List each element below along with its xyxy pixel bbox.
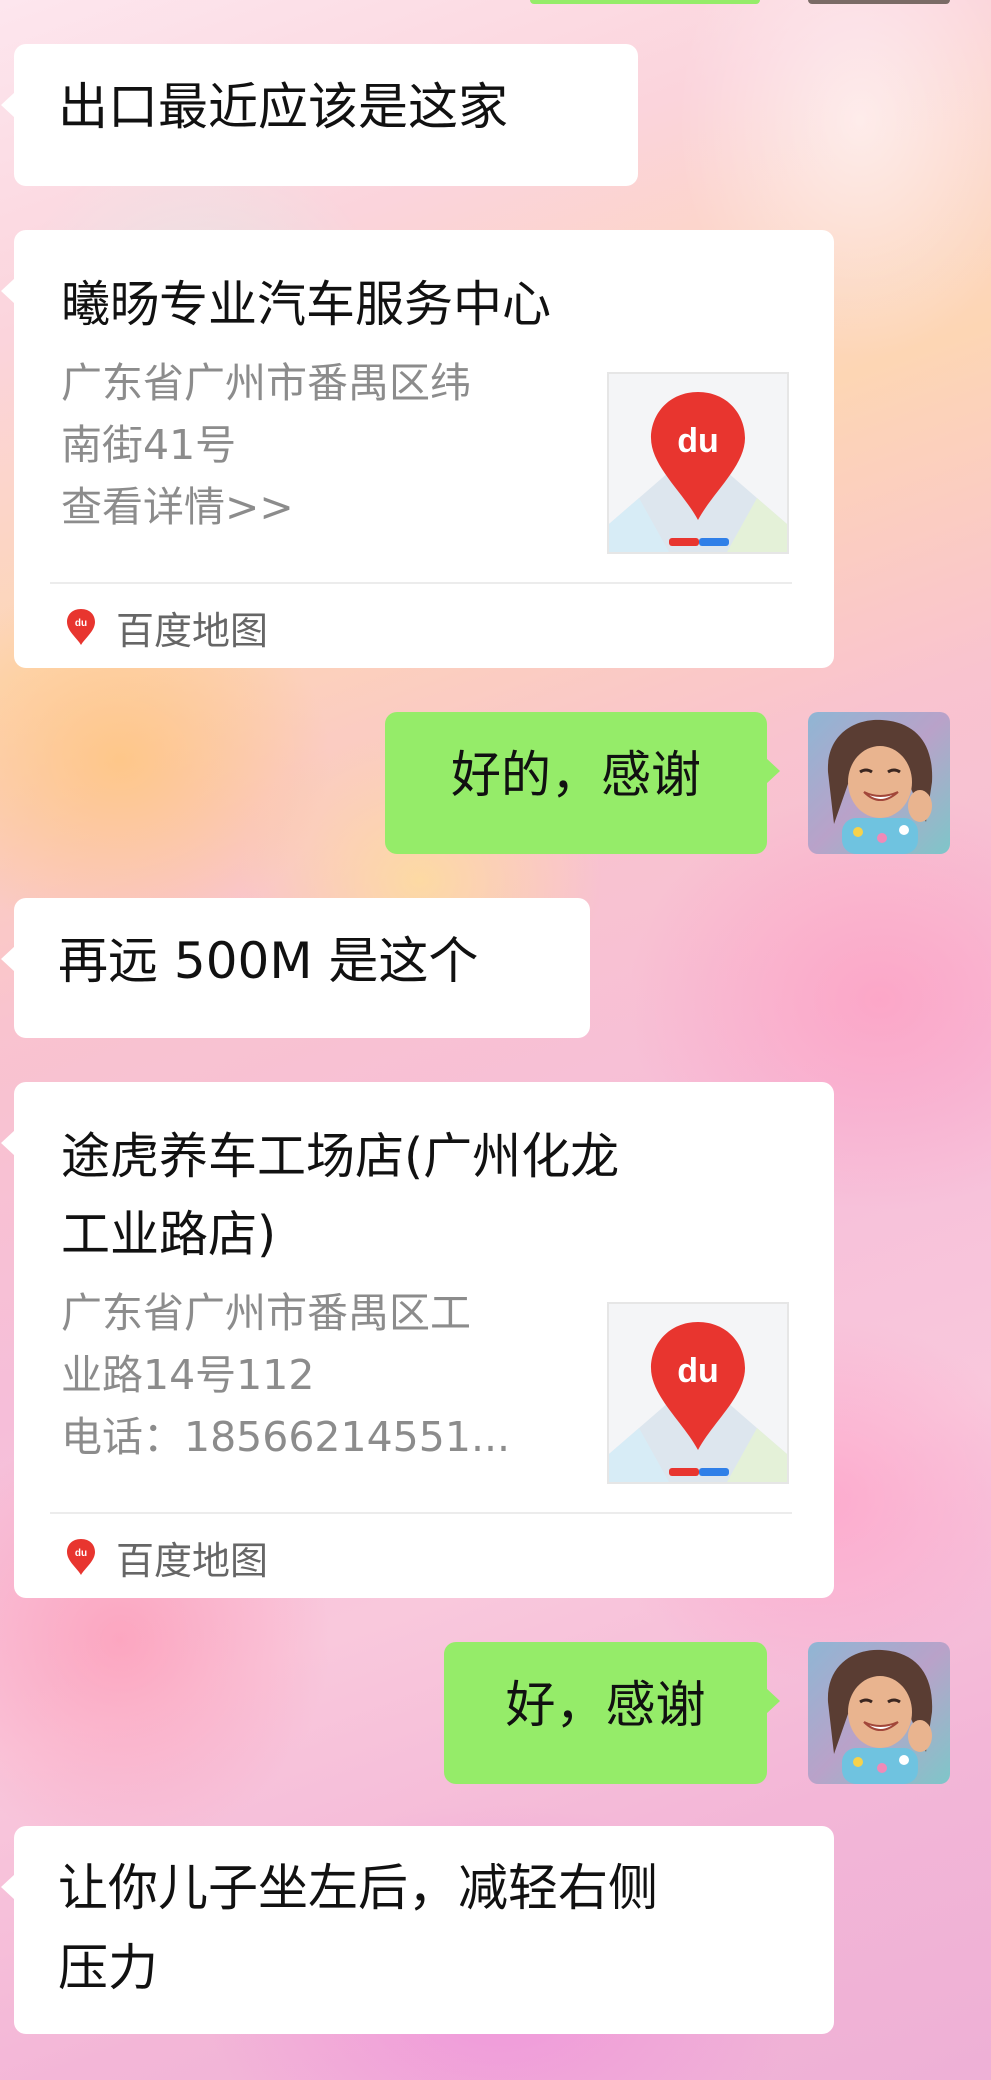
- previous-message-fragment: [530, 0, 760, 4]
- card-source: du 百度地图: [64, 605, 268, 653]
- source-label: 百度地图: [116, 608, 269, 653]
- location-title: 途虎养车工场店(广州化龙 工业路店): [61, 1118, 784, 1274]
- phone-line[interactable]: 电话：18566214551...: [61, 1406, 581, 1468]
- outgoing-message-1[interactable]: 好的，感谢: [385, 712, 780, 854]
- user-avatar-image: [808, 1642, 950, 1784]
- incoming-message-3[interactable]: 让你儿子坐左后，减轻右侧 压力: [1, 1826, 834, 2034]
- location-card-1[interactable]: 曦旸专业汽车服务中心 广东省广州市番禺区纬 南街41号 查看详情>> du du…: [1, 230, 834, 668]
- detail-link[interactable]: 查看详情>>: [61, 476, 581, 538]
- avatar[interactable]: [808, 712, 950, 854]
- message-line-2: 压力: [58, 1939, 158, 1997]
- title-line-1: 途虎养车工场店(广州化龙: [61, 1128, 620, 1185]
- card-divider: [50, 582, 792, 584]
- user-avatar-image: [808, 712, 950, 854]
- baidu-map-pin-icon: du: [609, 1322, 787, 1482]
- map-thumbnail[interactable]: du: [607, 1302, 789, 1484]
- outgoing-message-2[interactable]: 好，感谢: [444, 1642, 780, 1784]
- address-line-1: 广东省广州市番禺区工: [61, 1289, 471, 1337]
- location-address: 广东省广州市番禺区工 业路14号112 电话：18566214551...: [61, 1282, 581, 1468]
- map-thumbnail[interactable]: du: [607, 372, 789, 554]
- title-line-2: 工业路店): [61, 1206, 277, 1263]
- avatar[interactable]: [808, 1642, 950, 1784]
- baidu-map-icon: du: [67, 1539, 95, 1575]
- source-label: 百度地图: [116, 1538, 269, 1583]
- baidu-map-icon: du: [67, 609, 95, 645]
- incoming-message-2[interactable]: 再远 500M 是这个: [1, 898, 590, 1038]
- message-text: 出口最近应该是这家: [58, 78, 508, 136]
- previous-avatar-fragment: [808, 0, 950, 4]
- svg-text:du: du: [677, 422, 719, 460]
- message-line-1: 让你儿子坐左后，减轻右侧: [58, 1859, 658, 1917]
- incoming-message-1[interactable]: 出口最近应该是这家: [1, 44, 638, 186]
- message-text: 好，感谢: [505, 1676, 706, 1734]
- address-line-2: 业路14号112: [61, 1351, 315, 1399]
- message-text: 再远 500M 是这个: [58, 932, 479, 990]
- address-line-2: 南街41号: [61, 421, 237, 469]
- svg-text:du: du: [75, 618, 87, 629]
- svg-text:du: du: [677, 1352, 719, 1390]
- baidu-map-pin-icon: du: [609, 392, 787, 552]
- location-title: 曦旸专业汽车服务中心: [61, 276, 552, 333]
- address-line-1: 广东省广州市番禺区纬: [61, 359, 471, 407]
- location-card-2[interactable]: 途虎养车工场店(广州化龙 工业路店) 广东省广州市番禺区工 业路14号112 电…: [1, 1082, 834, 1598]
- svg-text:du: du: [75, 1548, 87, 1559]
- card-divider: [50, 1512, 792, 1514]
- message-text: 好的，感谢: [451, 746, 701, 804]
- card-source: du 百度地图: [64, 1535, 268, 1583]
- location-address: 广东省广州市番禺区纬 南街41号 查看详情>>: [61, 352, 581, 538]
